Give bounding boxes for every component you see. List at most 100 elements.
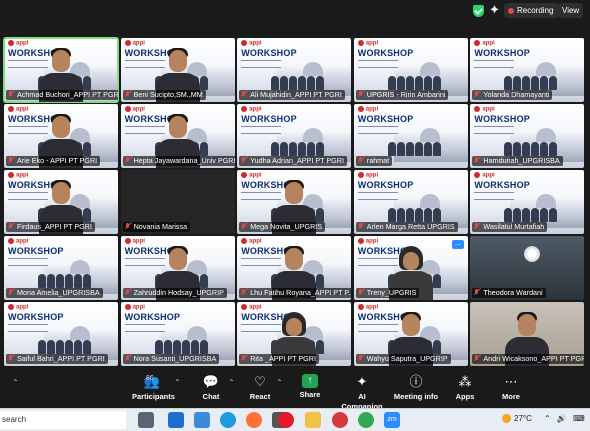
participant-tile[interactable]: appi WORKSHOP Nora Susanti_UPGRISBA: [120, 302, 235, 366]
participant-name: Zahruddin Hodsay_UPGRIP: [122, 288, 227, 298]
zoom-icon[interactable]: zm: [384, 412, 400, 428]
share-label: Share: [299, 390, 321, 399]
react-button[interactable]: ♡ React: [247, 374, 273, 402]
participant-tile[interactable]: appi WORKSHOP Mona Amelia_UPGRISBA: [4, 236, 118, 300]
participant-name: Yolanda Dhamayanti: [472, 90, 553, 100]
chrome-icon[interactable]: [358, 412, 374, 428]
store-icon[interactable]: [194, 412, 210, 428]
participant-tile[interactable]: appi WORKSHOP UPGRIS - Ririn Ambarini: [353, 38, 468, 102]
workshop-banner-title: WORKSHOP: [8, 246, 64, 256]
participant-tile[interactable]: appi WORKSHOP Arlen Marga Retta UPGRIS: [353, 170, 468, 234]
participant-tile[interactable]: Theodora Wardani: [470, 236, 585, 300]
workshop-banner-title: WORKSHOP: [357, 114, 414, 124]
taskbar-search-placeholder: search: [2, 415, 27, 424]
participant-tile[interactable]: appi WORKSHOP... Treny_UPGRIS: [353, 236, 468, 300]
weather-temp: 27°C: [514, 414, 532, 423]
participant-name: Hamdunah_UPGRISBA: [472, 156, 563, 166]
participant-name: Beni Sucipto,SM.,MM: [122, 90, 206, 100]
meeting-top-bar: ✦ Recording View: [0, 0, 590, 30]
participant-name: Mega Novita_UPGRIS: [239, 222, 326, 232]
app-icon[interactable]: [332, 412, 348, 428]
sparkle-icon[interactable]: ✦: [489, 2, 500, 18]
file-explorer-icon[interactable]: [305, 412, 321, 428]
share-button[interactable]: ↑ Share: [298, 374, 322, 400]
view-label: View: [562, 6, 580, 15]
participant-tile[interactable]: appi WORKSHOP Rita _APPI PT PGRI: [237, 302, 352, 366]
banner-subtitle-lines: [474, 192, 515, 200]
react-caret-icon[interactable]: ⌃: [276, 378, 283, 387]
ai-sparkle-icon: ✦: [356, 374, 368, 389]
participant-tile[interactable]: appi WORKSHOP Achmad Buchori_APPI PT PGRI: [3, 37, 119, 103]
firefox-icon[interactable]: [246, 412, 262, 428]
muted-mic-icon: [240, 157, 247, 165]
participant-tile[interactable]: appi WORKSHOP Saiful Bahri_APPI PT PGRI: [4, 302, 118, 366]
view-button[interactable]: View: [558, 3, 584, 18]
appi-logo: appi: [8, 106, 28, 113]
participant-tile[interactable]: Andri Wicaksono_APPI PT PGRI: [470, 302, 585, 366]
participant-tile[interactable]: appi WORKSHOP Arie Eko - APPI PT PGRI: [4, 104, 118, 168]
participants-caret-icon[interactable]: ⌃: [174, 378, 181, 387]
more-dots-icon: ⋯: [504, 374, 518, 389]
tile-more-options-button[interactable]: ...: [451, 240, 464, 249]
dome-graphic: [536, 128, 557, 142]
participant-tile[interactable]: appi WORKSHOP Ali Mujahidin_APPI PT PGRI: [237, 38, 352, 102]
muted-mic-icon: [240, 289, 247, 297]
banner-subtitle-lines: [474, 126, 515, 134]
participant-tile[interactable]: appi WORKSHOP Hamdunah_UPGRISBA: [470, 104, 585, 168]
participant-tile[interactable]: appi WORKSHOP Yudha Adrian_APPI PT PGRI: [237, 104, 352, 168]
muted-mic-icon: [473, 91, 480, 99]
recording-indicator[interactable]: Recording: [504, 3, 559, 18]
chat-caret-icon[interactable]: ⌃: [228, 378, 235, 387]
participant-tile[interactable]: appi WORKSHOP Lhu Fatihu Royana_APPI PT P.…: [237, 236, 352, 300]
workshop-banner-title: WORKSHOP: [357, 48, 414, 58]
ai-companion-button[interactable]: ✦ AI Companion: [338, 374, 386, 412]
appi-logo: appi: [125, 40, 145, 47]
meeting-info-label: Meeting info: [393, 392, 439, 401]
opera-icon[interactable]: [278, 412, 294, 428]
dome-graphic: [70, 260, 90, 274]
mail-icon[interactable]: [168, 412, 184, 428]
appi-logo: appi: [241, 40, 261, 47]
shield-check-icon[interactable]: [473, 5, 484, 17]
dome-graphic: [70, 326, 90, 340]
audio-caret-icon[interactable]: ⌃: [12, 378, 19, 387]
participant-tile[interactable]: appi WORKSHOP Wahyu Saputra_UPGRIP: [353, 302, 468, 366]
muted-mic-icon: [240, 355, 247, 363]
participant-tile[interactable]: appi WORKSHOP Firdaus_APPI PT PGRI: [4, 170, 118, 234]
weather-widget[interactable]: 27°C: [502, 414, 532, 423]
chat-icon: 💬: [202, 374, 220, 389]
participant-tile[interactable]: appi WORKSHOP rahmat: [353, 104, 468, 168]
participant-tile[interactable]: appi WORKSHOP Yolanda Dhamayanti: [470, 38, 585, 102]
ceiling-lamp-graphic: [524, 246, 541, 262]
appi-logo: appi: [125, 238, 145, 245]
appi-logo: appi: [358, 40, 378, 47]
appi-logo: appi: [358, 106, 378, 113]
video-gallery-grid: appi WORKSHOP Achmad Buchori_APPI PT PGRI a…: [3, 37, 587, 366]
participant-tile[interactable]: appi WORKSHOP Hepta Jayawardana_Univ PGRI: [120, 104, 235, 168]
muted-mic-icon: [124, 223, 131, 231]
chat-button[interactable]: 💬 Chat: [198, 374, 224, 402]
meeting-info-button[interactable]: ⓘ Meeting info: [393, 374, 439, 402]
participant-tile[interactable]: appi WORKSHOP Zahruddin Hodsay_UPGRIP: [120, 236, 235, 300]
participant-tile[interactable]: appi WORKSHOP Wasilatul Murtafiah: [470, 170, 585, 234]
dome-graphic: [536, 62, 557, 76]
apps-button[interactable]: ⁂ Apps: [452, 374, 478, 402]
participant-tile[interactable]: appi WORKSHOP Beni Sucipto,SM.,MM: [120, 38, 235, 102]
banner-subtitle-lines: [241, 60, 282, 68]
meeting-toolbar: ⌃ 👥 86 Participants ⌃ 💬 Chat ⌃ ♡ React ⌃ …: [0, 372, 590, 411]
participant-name: Novania Marissa: [122, 222, 191, 232]
more-button[interactable]: ⋯ More: [498, 374, 524, 402]
muted-mic-icon: [357, 91, 364, 99]
edge-icon[interactable]: [220, 412, 236, 428]
dome-graphic: [419, 128, 440, 142]
muted-mic-icon: [124, 289, 131, 297]
appi-logo: appi: [358, 172, 378, 179]
task-view-icon[interactable]: [138, 412, 154, 428]
participant-tile[interactable]: appi WORKSHOP Mega Novita_UPGRIS: [237, 170, 352, 234]
taskbar-search-input[interactable]: search: [0, 411, 126, 429]
muted-mic-icon: [7, 91, 14, 99]
participants-button[interactable]: 👥 86 Participants: [132, 374, 175, 402]
participant-tile[interactable]: Novania Marissa: [120, 170, 235, 234]
participant-name: Theodora Wardani: [472, 288, 546, 298]
system-tray[interactable]: ⌃ 🔊 ⌨: [544, 414, 587, 423]
